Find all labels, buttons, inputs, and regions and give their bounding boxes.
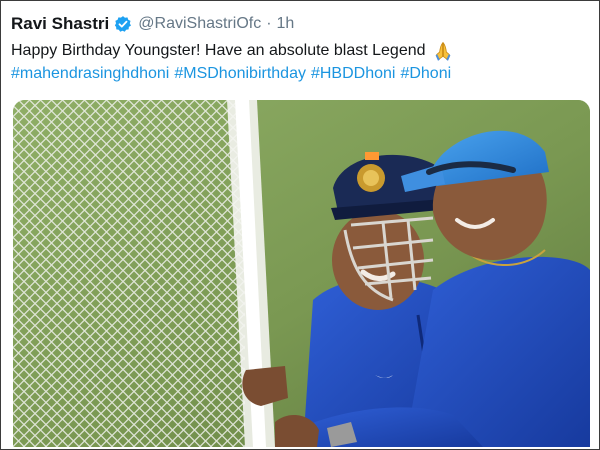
folded-hands-icon <box>432 40 454 62</box>
author-name[interactable]: Ravi Shastri <box>11 14 109 34</box>
hashtag-link[interactable]: #HBDDhoni <box>311 65 395 82</box>
hashtag-link[interactable]: #MSDhonibirthday <box>174 65 306 82</box>
author-handle[interactable]: @RaviShastriOfc <box>138 15 261 33</box>
meta-separator: · <box>266 15 272 32</box>
tweet-header: Ravi Shastri @RaviShastriOfc · 1h <box>11 13 294 35</box>
tweet-timestamp[interactable]: 1h <box>277 15 295 33</box>
tweet-text: Happy Birthday Youngster! Have an absolu… <box>11 42 426 59</box>
hashtag-line: #mahendrasinghdhoni #MSDhonibirthday #HBDD… <box>11 65 456 83</box>
verified-badge-icon <box>114 15 132 33</box>
tweet-text-line: Happy Birthday Youngster! Have an absolu… <box>11 40 454 62</box>
tweet-photo[interactable] <box>13 100 590 447</box>
tweet-card: Ravi Shastri @RaviShastriOfc · 1h Happy … <box>0 0 600 450</box>
practice-net <box>13 100 275 447</box>
hashtag-link[interactable]: #Dhoni <box>400 65 451 82</box>
hashtag-link[interactable]: #mahendrasinghdhoni <box>11 65 169 82</box>
